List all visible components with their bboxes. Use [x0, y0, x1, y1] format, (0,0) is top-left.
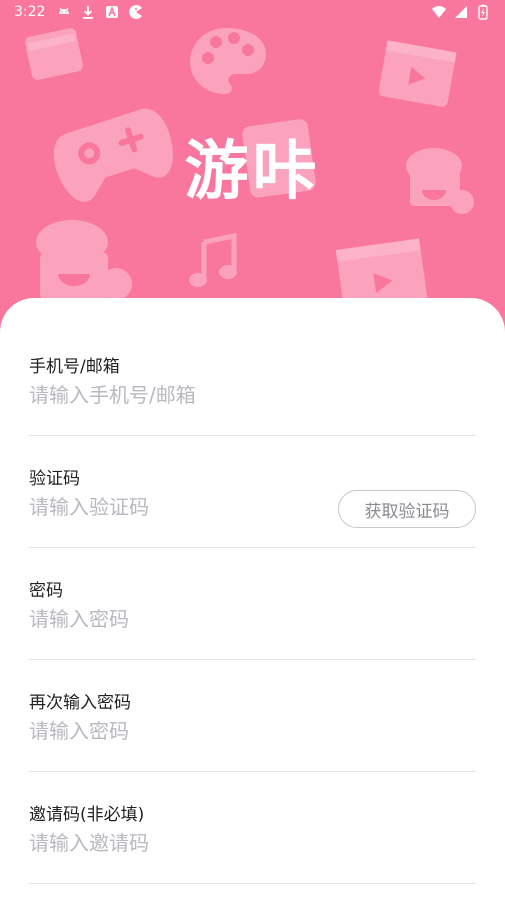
hat-box-icon-2	[36, 220, 132, 300]
battery-icon	[478, 4, 488, 20]
header: 3:22 游咔	[0, 0, 505, 340]
password-input[interactable]	[29, 604, 329, 634]
app-title: 游咔	[184, 135, 321, 209]
verification-code-input[interactable]	[29, 492, 309, 522]
confirm-password-input[interactable]	[29, 716, 329, 746]
confirm-password-label: 再次输入密码	[29, 693, 131, 713]
video-card-icon	[25, 28, 83, 80]
phone-email-input[interactable]	[29, 380, 329, 410]
status-time: 3:22	[14, 4, 46, 20]
invite-code-label: 邀请码(非必填)	[29, 805, 145, 825]
android-icon	[59, 7, 69, 14]
a-box-icon	[106, 5, 118, 18]
status-icons-right	[431, 4, 491, 20]
wifi-icon	[432, 6, 446, 18]
confirm-password-field: 再次输入密码	[29, 660, 476, 772]
download-icon	[83, 6, 93, 19]
verification-code-field: 验证码 获取验证码	[29, 436, 476, 548]
password-field: 密码	[29, 548, 476, 660]
invite-code-field: 邀请码(非必填)	[29, 772, 476, 884]
phone-email-label: 手机号/邮箱	[29, 357, 120, 377]
music-note-icon	[189, 232, 237, 287]
signal-icon	[455, 6, 467, 18]
get-code-button[interactable]: 获取验证码	[338, 490, 476, 528]
invite-code-input[interactable]	[29, 828, 329, 858]
status-icons-left	[56, 4, 144, 20]
password-label: 密码	[29, 581, 63, 601]
palette-icon	[190, 28, 266, 94]
status-bar: 3:22	[0, 0, 505, 26]
register-form-card: 手机号/邮箱 验证码 获取验证码 密码 再次输入密码 邀请码(非必填)	[0, 298, 505, 903]
verification-code-label: 验证码	[29, 469, 80, 489]
pac-icon	[129, 5, 142, 19]
phone-email-field: 手机号/邮箱	[29, 324, 476, 436]
video-player-icon	[378, 40, 457, 107]
